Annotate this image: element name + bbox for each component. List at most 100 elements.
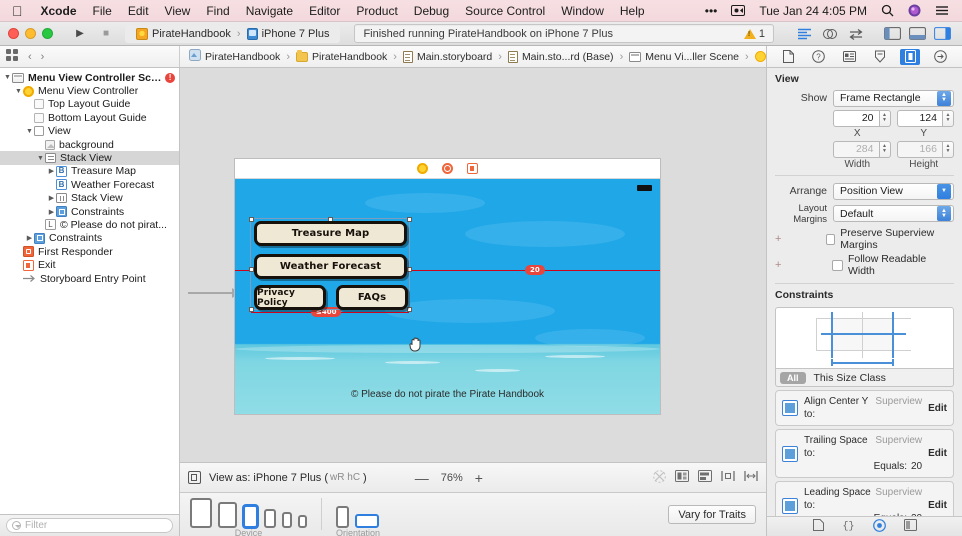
outline-row[interactable]: Storyboard Entry Point bbox=[0, 272, 179, 285]
media-library-icon[interactable] bbox=[903, 519, 917, 534]
hide-utilities-icon[interactable] bbox=[930, 24, 954, 43]
button-privacy-policy[interactable]: Privacy Policy bbox=[254, 285, 326, 310]
quick-help-icon[interactable]: ? bbox=[809, 49, 829, 65]
outline-row[interactable]: ▼ View bbox=[0, 125, 179, 138]
show-dropdown[interactable]: Frame Rectangle ▲ ▼ bbox=[833, 89, 954, 107]
connections-inspector-icon[interactable] bbox=[931, 49, 951, 65]
x-field[interactable]: 20 bbox=[833, 109, 879, 127]
width-field-wrap[interactable]: 284 ▲ ▼ bbox=[833, 140, 891, 158]
this-size-class-label[interactable]: This Size Class bbox=[814, 372, 886, 384]
version-editor-icon[interactable] bbox=[844, 24, 868, 43]
resize-handle[interactable] bbox=[249, 307, 254, 312]
scheme-project-chip[interactable]: PirateHandbook bbox=[132, 27, 235, 40]
constraint-edit-button[interactable]: Edit bbox=[928, 403, 947, 414]
apple-logo-icon[interactable]:  bbox=[12, 4, 23, 18]
resize-handle[interactable] bbox=[407, 267, 412, 272]
warning-indicator[interactable]: 1 bbox=[743, 28, 765, 40]
standard-editor-icon[interactable] bbox=[792, 24, 816, 43]
size-inspector-icon[interactable] bbox=[900, 48, 921, 65]
outline-row[interactable]: ▶ B Treasure Map bbox=[0, 165, 179, 178]
minimize-window-button[interactable] bbox=[25, 28, 36, 39]
y-field-wrap[interactable]: 124 ▲ ▼ bbox=[896, 109, 954, 127]
menubar-clock[interactable]: Tue Jan 24 4:05 PM bbox=[752, 4, 874, 18]
hide-debug-area-icon[interactable] bbox=[905, 24, 929, 43]
device-screen[interactable]: 20 ≤400 Treasure Map Weather Forecast Pr… bbox=[235, 179, 660, 414]
notification-center-icon[interactable] bbox=[928, 5, 956, 16]
forward-button[interactable]: › bbox=[41, 51, 45, 63]
x-stepper[interactable]: ▲ ▼ bbox=[878, 109, 891, 127]
cd-width-constraint[interactable] bbox=[831, 362, 893, 364]
outline-row[interactable]: B Weather Forecast bbox=[0, 178, 179, 191]
orientation-chooser[interactable]: Orientation bbox=[336, 498, 380, 536]
embed-in-icon[interactable] bbox=[675, 470, 689, 485]
vary-for-traits-button[interactable]: Vary for Traits bbox=[668, 505, 756, 524]
constraint-item[interactable]: Trailing Space to: Superview Equals: 20 Edit bbox=[775, 429, 954, 478]
outline-row[interactable]: First Responder bbox=[0, 245, 179, 258]
button-weather-forecast[interactable]: Weather Forecast bbox=[254, 254, 407, 279]
add-variation-icon[interactable]: + bbox=[775, 259, 785, 271]
siri-icon[interactable] bbox=[901, 4, 928, 17]
outline-row[interactable]: ▶ Constraints bbox=[0, 232, 179, 245]
y-field[interactable]: 124 bbox=[896, 109, 942, 127]
cd-leading-constraint[interactable] bbox=[831, 312, 833, 358]
add-variation-icon[interactable]: + bbox=[775, 233, 783, 245]
outline-row[interactable]: L © Please do not pirat... bbox=[0, 218, 179, 231]
zoom-in-button[interactable]: + bbox=[475, 470, 483, 486]
auto-layout-resolve-icon[interactable] bbox=[744, 470, 758, 485]
menu-item-xcode[interactable]: Xcode bbox=[33, 4, 85, 18]
align-icon[interactable] bbox=[698, 470, 712, 485]
height-field[interactable]: 166 bbox=[896, 140, 942, 158]
document-outline[interactable]: ▼ Menu View Controller Scene! ▼ Menu View C… bbox=[0, 68, 180, 514]
assistant-editor-icon[interactable] bbox=[818, 24, 842, 43]
disclosure-triangle-icon[interactable]: ▼ bbox=[25, 128, 34, 135]
breadcrumb-item-project[interactable]: PirateHandbook bbox=[187, 49, 282, 64]
resolve-issues-icon[interactable] bbox=[653, 469, 666, 486]
code-snippet-library-icon[interactable]: {} bbox=[842, 519, 855, 534]
resize-handle[interactable] bbox=[407, 217, 412, 222]
breadcrumb-item-storyboard-base[interactable]: Main.sto...rd (Base) bbox=[506, 50, 616, 63]
disclosure-triangle-icon[interactable]: ▶ bbox=[25, 234, 34, 242]
menu-item-help[interactable]: Help bbox=[612, 4, 653, 18]
close-window-button[interactable] bbox=[8, 28, 19, 39]
device-option-iphone-4s[interactable] bbox=[298, 515, 307, 528]
menu-item-editor[interactable]: Editor bbox=[301, 4, 348, 18]
zoom-window-button[interactable] bbox=[42, 28, 53, 39]
scheme-destination-chip[interactable]: iPhone 7 Plus bbox=[243, 27, 334, 40]
file-inspector-icon[interactable] bbox=[778, 49, 798, 65]
width-stepper[interactable]: ▲ ▼ bbox=[878, 140, 891, 158]
viewcontroller-dock-icon[interactable] bbox=[417, 163, 428, 174]
outline-row[interactable]: ▼ Stack View bbox=[0, 151, 179, 165]
arrange-dropdown[interactable]: Position View ▼ bbox=[833, 182, 954, 200]
menu-item-edit[interactable]: Edit bbox=[120, 4, 157, 18]
storyboard-canvas[interactable]: 20 ≤400 Treasure Map Weather Forecast Pr… bbox=[180, 68, 766, 462]
constraint-edit-button[interactable]: Edit bbox=[928, 500, 947, 511]
stop-button[interactable]: ■ bbox=[93, 25, 119, 43]
outline-row[interactable]: Bottom Layout Guide bbox=[0, 111, 179, 124]
resize-handle[interactable] bbox=[249, 217, 254, 222]
menu-extra-ellipsis-icon[interactable]: ••• bbox=[698, 4, 725, 18]
disclosure-triangle-icon[interactable]: ▶ bbox=[47, 167, 56, 175]
related-files-icon[interactable] bbox=[6, 49, 18, 64]
identity-inspector-icon[interactable] bbox=[839, 49, 859, 65]
scheme-selector[interactable]: PirateHandbook › iPhone 7 Plus bbox=[125, 24, 341, 43]
preserve-superview-margins-row[interactable]: + Preserve Superview Margins bbox=[767, 226, 962, 252]
exit-dock-icon[interactable] bbox=[467, 163, 478, 174]
outline-row[interactable]: ▶ Stack View bbox=[0, 192, 179, 205]
outline-row[interactable]: ▼ Menu View Controller Scene! bbox=[0, 71, 179, 84]
menu-item-source-control[interactable]: Source Control bbox=[457, 4, 553, 18]
back-button[interactable]: ‹ bbox=[28, 51, 32, 63]
disclosure-triangle-icon[interactable]: ▶ bbox=[47, 208, 56, 216]
run-button[interactable]: ▶ bbox=[67, 25, 93, 43]
device-chooser[interactable]: Device bbox=[190, 498, 307, 536]
file-template-library-icon[interactable] bbox=[812, 519, 824, 534]
device-option-iphone-se[interactable] bbox=[282, 512, 292, 528]
x-field-wrap[interactable]: 20 ▲ ▼ bbox=[833, 109, 891, 127]
menu-item-navigate[interactable]: Navigate bbox=[238, 4, 301, 18]
disclosure-triangle-icon[interactable]: ▶ bbox=[47, 194, 56, 202]
screen-record-icon[interactable] bbox=[724, 5, 752, 16]
breadcrumb-item-storyboard[interactable]: Main.storyboard bbox=[401, 50, 494, 63]
follow-readable-width-checkbox[interactable] bbox=[832, 259, 843, 271]
layout-margins-dropdown[interactable]: Default ▲ ▼ bbox=[833, 205, 954, 222]
menu-item-file[interactable]: File bbox=[85, 4, 120, 18]
pin-icon[interactable] bbox=[721, 470, 735, 485]
